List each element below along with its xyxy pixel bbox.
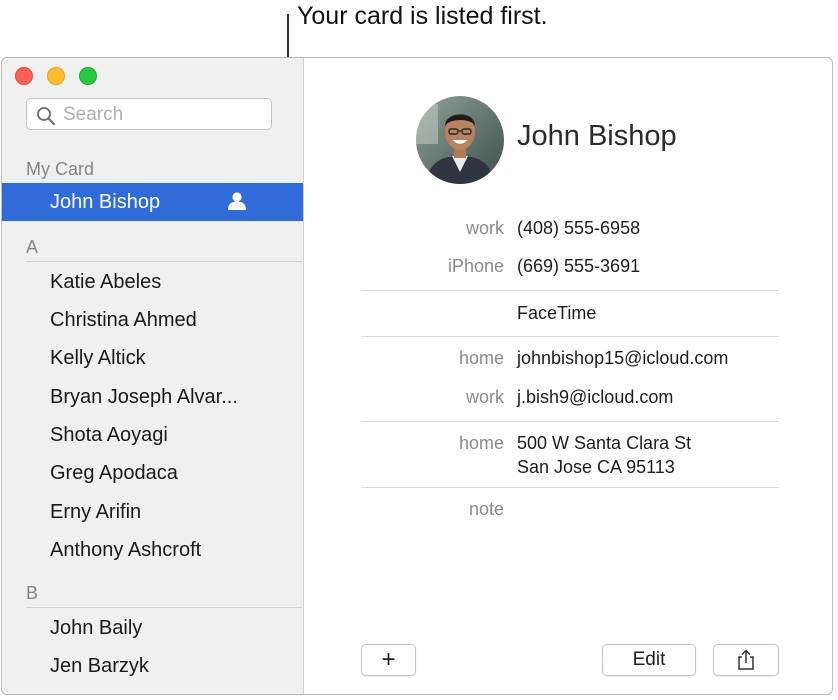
field-divider — [361, 421, 779, 422]
section-header-a: A — [26, 237, 39, 257]
email-value[interactable]: j.bish9@icloud.com — [517, 387, 673, 408]
edit-button[interactable]: Edit — [602, 644, 696, 676]
field-divider — [361, 290, 779, 291]
contact-list-item[interactable]: Greg Apodaca — [50, 462, 178, 485]
my-card-header: My Card — [26, 159, 95, 179]
contact-name: John Bishop — [517, 120, 677, 152]
field-divider — [361, 336, 779, 337]
contact-avatar — [416, 96, 504, 184]
contact-list-item[interactable]: John Baily — [50, 617, 142, 640]
email-label: home — [458, 348, 504, 368]
zoom-window-button[interactable] — [79, 67, 97, 85]
address-label: home — [458, 433, 504, 453]
close-window-button[interactable] — [15, 67, 33, 85]
address-line-1[interactable]: 500 W Santa Clara St — [517, 433, 691, 454]
address-line-2[interactable]: San Jose CA 95113 — [517, 457, 675, 478]
contact-list-item[interactable]: Christina Ahmed — [50, 309, 197, 332]
minimize-window-button[interactable] — [47, 67, 65, 85]
section-divider — [26, 261, 302, 262]
note-label: note — [468, 499, 504, 519]
add-button[interactable]: + — [361, 644, 416, 676]
search-field[interactable] — [26, 98, 272, 130]
person-icon — [228, 192, 246, 210]
contact-list-item[interactable]: Erny Arifin — [50, 501, 141, 524]
contact-list-item[interactable]: Anthony Ashcroft — [50, 539, 201, 562]
contact-list-item[interactable]: Katie Abeles — [50, 271, 161, 294]
phone-label: iPhone — [447, 256, 504, 276]
contacts-window: My Card John Bishop A Katie Abeles Chris… — [1, 57, 833, 695]
search-input[interactable] — [61, 101, 265, 129]
contact-list-item[interactable]: Jen Barzyk — [50, 655, 149, 678]
section-divider — [26, 607, 302, 608]
sidebar: My Card John Bishop A Katie Abeles Chris… — [2, 58, 304, 694]
search-icon — [37, 107, 55, 125]
phone-value[interactable]: (408) 555-6958 — [517, 218, 640, 239]
callout-text: Your card is listed first. — [297, 2, 548, 30]
share-button[interactable] — [713, 644, 779, 676]
my-card-name: John Bishop — [50, 191, 161, 213]
contact-list-item[interactable]: Shota Aoyagi — [50, 424, 168, 447]
facetime-link[interactable]: FaceTime — [517, 303, 596, 324]
section-header-b: B — [26, 583, 39, 603]
share-icon — [738, 649, 754, 670]
my-card-row[interactable]: John Bishop — [2, 183, 303, 221]
email-label: work — [465, 387, 504, 407]
contact-list-item[interactable]: Bryan Joseph Alvar... — [50, 386, 238, 409]
contact-detail-pane: John Bishop work (408) 555-6958 iPhone (… — [304, 58, 832, 694]
phone-value[interactable]: (669) 555-3691 — [517, 256, 640, 277]
contact-list-item[interactable]: Kelly Altick — [50, 347, 146, 370]
email-value[interactable]: johnbishop15@icloud.com — [517, 348, 728, 369]
phone-label: work — [465, 218, 504, 238]
field-divider — [361, 487, 779, 488]
